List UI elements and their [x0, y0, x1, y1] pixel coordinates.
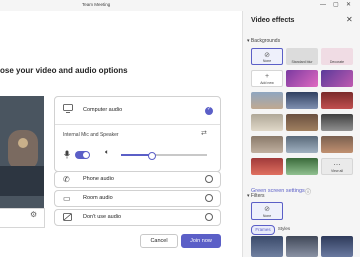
computer-audio-card[interactable]: Computer audio Internal Mic and Speaker … [54, 96, 221, 172]
background-label: None [262, 59, 272, 63]
speaker-off-icon [63, 213, 72, 223]
background-thumbnail[interactable] [321, 70, 353, 87]
preview-person-shape [8, 130, 38, 170]
audio-option-label: Room audio [83, 195, 113, 201]
background-decorate[interactable]: Decorate [321, 48, 353, 65]
none-icon: ⊘ [264, 206, 270, 213]
preview-background-shape [0, 166, 44, 196]
background-thumbnail[interactable] [321, 114, 353, 131]
no-audio-card[interactable]: Don't use audio [54, 209, 221, 226]
background-label: Decorate [329, 60, 345, 64]
info-icon[interactable]: ⓘ [305, 187, 311, 196]
audio-option-label: Computer audio [83, 107, 123, 113]
filter-none[interactable]: ⊘ None [251, 202, 283, 220]
volume-slider-fill [121, 154, 152, 156]
background-label: View all [331, 169, 343, 173]
room-audio-radio[interactable] [205, 194, 213, 202]
gear-icon[interactable]: ⚙ [30, 210, 37, 219]
speaker-monitor-icon [63, 104, 73, 115]
divider [55, 124, 220, 125]
phone-icon: ✆ [63, 175, 70, 184]
filter-thumbnail[interactable] [286, 236, 318, 257]
mic-toggle[interactable] [75, 151, 90, 159]
preview-face-shape [18, 138, 28, 148]
phone-audio-radio[interactable] [205, 175, 213, 183]
background-thumbnail[interactable] [286, 70, 318, 87]
audio-option-label: Phone audio [83, 176, 114, 182]
device-label: Internal Mic and Speaker [63, 132, 119, 138]
room-audio-icon: ▭ [63, 194, 71, 203]
filter-thumbnail[interactable] [251, 236, 283, 257]
cancel-button[interactable]: Cancel [140, 234, 178, 248]
audio-option-label: Don't use audio [83, 214, 122, 220]
title-bar: Team Meeting — ▢ ✕ [0, 0, 360, 11]
phone-audio-card[interactable]: ✆ Phone audio [54, 171, 221, 188]
filter-thumbnail[interactable] [321, 236, 353, 257]
background-view-all[interactable]: ⋯ View all [321, 158, 353, 175]
background-thumbnail[interactable] [286, 114, 318, 131]
minimize-icon[interactable]: — [320, 1, 326, 9]
background-thumbnail[interactable] [321, 92, 353, 109]
background-thumbnail[interactable] [321, 136, 353, 153]
filters-label: Filters [250, 193, 265, 199]
join-now-button[interactable]: Join now [181, 234, 221, 248]
none-icon: ⊘ [264, 52, 270, 59]
video-effects-panel: Video effects ✕ ▾ Backgrounds ⊘ None Stand… [242, 11, 360, 257]
background-thumbnail[interactable] [251, 114, 283, 131]
device-settings-icon[interactable]: ⇄ [201, 129, 207, 137]
filter-none-label: None [262, 214, 272, 218]
add-icon: + [264, 73, 270, 80]
room-audio-card[interactable]: ▭ Room audio [54, 190, 221, 207]
more-icon: ⋯ [333, 162, 341, 169]
page-title: ose your video and audio options [0, 66, 128, 75]
computer-audio-radio[interactable] [205, 106, 213, 115]
filters-section-label[interactable]: ▾ Filters [247, 193, 265, 199]
panel-title: Video effects [251, 17, 295, 24]
background-thumbnail[interactable] [286, 158, 318, 175]
background-none[interactable]: ⊘ None [251, 48, 283, 65]
background-add-new[interactable]: + Add new [251, 70, 283, 87]
tab-frames[interactable]: Frames [251, 225, 275, 235]
close-window-icon[interactable]: ✕ [346, 1, 351, 9]
tab-styles[interactable]: Styles [276, 225, 292, 233]
background-thumbnail[interactable] [286, 92, 318, 109]
no-audio-radio[interactable] [205, 213, 213, 221]
close-icon[interactable]: ✕ [346, 15, 353, 24]
video-preview [0, 96, 44, 208]
volume-slider[interactable] [121, 152, 207, 160]
background-thumbnail[interactable] [251, 136, 283, 153]
microphone-icon [64, 150, 70, 161]
backgrounds-label: Backgrounds [250, 38, 281, 44]
background-thumbnail[interactable] [251, 92, 283, 109]
window-title: Team Meeting [82, 2, 111, 7]
background-thumbnail[interactable] [286, 136, 318, 153]
background-thumbnail[interactable] [251, 158, 283, 175]
background-standard-blur[interactable]: Standard blur [286, 48, 318, 65]
background-label: Standard blur [291, 60, 313, 64]
background-label: Add new [260, 81, 274, 85]
backgrounds-section-label[interactable]: ▾ Backgrounds [247, 38, 280, 44]
speaker-icon: 🔈︎ [105, 149, 110, 156]
maximize-icon[interactable]: ▢ [333, 1, 339, 9]
video-controls-bar [0, 208, 45, 228]
